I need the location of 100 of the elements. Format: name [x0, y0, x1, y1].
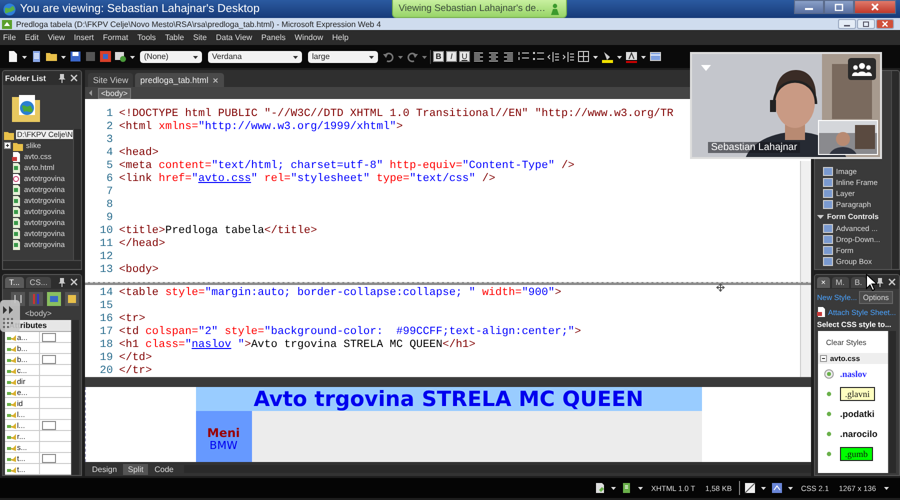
panel-tab[interactable]: CS... — [26, 276, 52, 288]
property-icon — [7, 378, 16, 384]
align-center-icon[interactable] — [487, 50, 500, 63]
scrollbar[interactable] — [3, 260, 81, 269]
scroll-left-icon[interactable] — [88, 89, 94, 97]
table-icon[interactable] — [649, 50, 662, 63]
menu-item[interactable]: Tools — [137, 33, 156, 42]
save-icon[interactable] — [69, 50, 82, 63]
minimize-button[interactable] — [794, 0, 824, 14]
menu-item[interactable]: View — [48, 33, 65, 42]
menu-item[interactable]: File — [3, 33, 16, 42]
undo-icon[interactable] — [382, 50, 395, 63]
pin-icon[interactable] — [875, 277, 885, 287]
scrollbar[interactable] — [73, 129, 81, 260]
caret-icon[interactable] — [637, 484, 644, 492]
align-left-icon[interactable] — [472, 50, 485, 63]
code-editor[interactable] — [85, 99, 811, 282]
menu-item[interactable]: Insert — [74, 33, 94, 42]
new-page-icon[interactable] — [6, 50, 19, 63]
scrollbar[interactable] — [888, 331, 896, 473]
file-icon — [11, 152, 21, 162]
indent-icon[interactable] — [562, 50, 575, 63]
menu-item[interactable]: Window — [294, 33, 324, 42]
style-item[interactable]: .glavni — [840, 387, 875, 401]
format-button[interactable]: B — [433, 51, 444, 62]
size-dropdown[interactable]: large — [308, 50, 378, 62]
align-right-icon[interactable] — [502, 50, 515, 63]
view-tab[interactable]: Split — [122, 464, 148, 474]
line-number: 11 — [98, 238, 114, 250]
page-status-icon[interactable] — [594, 482, 606, 494]
panel-tab[interactable]: × — [817, 276, 830, 288]
menu-item[interactable]: Data View — [216, 33, 252, 42]
restore-button[interactable] — [857, 19, 875, 29]
close-icon[interactable] — [212, 76, 220, 84]
sharepoint-icon[interactable] — [99, 50, 112, 63]
minimize-button[interactable] — [838, 19, 856, 29]
expand-icon[interactable] — [4, 142, 11, 149]
panel-tab[interactable]: B. — [850, 276, 866, 288]
panel-tab[interactable]: T... — [5, 276, 24, 288]
folder-icon[interactable] — [45, 50, 58, 63]
close-icon[interactable] — [69, 277, 79, 287]
value-field[interactable] — [42, 454, 56, 462]
scrollbar[interactable] — [891, 71, 899, 269]
notification-banner[interactable]: Viewing Sebastian Lahajnar's de… — [392, 0, 568, 18]
redo-icon[interactable] — [406, 50, 419, 63]
restore-icon[interactable] — [862, 21, 870, 27]
preview-icon[interactable] — [114, 50, 127, 63]
document-tab[interactable]: Site View — [88, 73, 134, 87]
highlight-icon[interactable] — [601, 50, 614, 63]
menu-item[interactable]: Site — [193, 33, 207, 42]
caret-icon[interactable] — [610, 484, 618, 492]
caret-icon[interactable] — [883, 484, 890, 492]
code-line: </tr> — [119, 364, 152, 376]
caret-icon[interactable] — [760, 484, 767, 492]
format-button[interactable]: I — [446, 51, 457, 62]
font-color-icon[interactable] — [625, 50, 638, 63]
scrollbar[interactable] — [71, 320, 79, 475]
borders-icon[interactable] — [577, 50, 590, 63]
close-icon[interactable] — [887, 277, 897, 287]
menu-item[interactable]: Panels — [261, 33, 286, 42]
value-field[interactable] — [42, 354, 56, 364]
value-field[interactable] — [42, 332, 56, 342]
collapse-icon[interactable] — [817, 213, 824, 220]
no-style-icon[interactable] — [744, 482, 756, 494]
style-item[interactable]: .narocilo — [840, 429, 878, 439]
maximize-button[interactable] — [824, 0, 854, 14]
close-button[interactable] — [854, 0, 896, 14]
menu-item[interactable]: Edit — [24, 33, 39, 42]
style-item[interactable]: .podatki — [840, 409, 875, 419]
pin-icon[interactable] — [57, 277, 67, 287]
rendering-icon[interactable] — [770, 482, 783, 494]
document-tab[interactable]: predloga_tab.html — [135, 73, 224, 87]
app-icon — [2, 20, 12, 28]
menu-item[interactable]: Format — [102, 33, 128, 42]
menu-item[interactable]: Table — [164, 33, 184, 42]
scrollbar[interactable] — [85, 377, 811, 387]
view-tab[interactable]: Code — [149, 464, 179, 474]
bulleted-list-icon[interactable] — [532, 50, 545, 63]
format-button[interactable]: U — [459, 51, 470, 62]
font-dropdown[interactable]: Verdana — [208, 50, 302, 62]
view-tab[interactable]: Design — [87, 464, 122, 474]
collapse-icon[interactable] — [820, 355, 827, 362]
value-field[interactable] — [42, 420, 56, 430]
close-icon[interactable] — [69, 73, 79, 83]
panel-tab[interactable]: M. — [832, 276, 849, 288]
outdent-icon[interactable] — [547, 50, 560, 63]
style-item[interactable]: .naslov — [840, 369, 867, 379]
style-dropdown[interactable]: (None) — [140, 50, 202, 62]
close-button[interactable] — [876, 19, 894, 29]
pin-icon[interactable] — [57, 73, 67, 83]
tag-breadcrumb[interactable]: <body> — [98, 88, 131, 98]
page-icon[interactable] — [30, 50, 43, 63]
maximize-icon[interactable] — [834, 3, 844, 11]
menu-item[interactable]: Help — [332, 33, 349, 42]
caret-icon[interactable] — [786, 484, 794, 492]
style-item[interactable]: .gumb — [840, 447, 873, 461]
property-icon — [7, 344, 16, 352]
window-icon[interactable] — [65, 292, 79, 306]
numbered-list-icon[interactable] — [517, 50, 530, 63]
code-editor[interactable] — [85, 285, 811, 377]
